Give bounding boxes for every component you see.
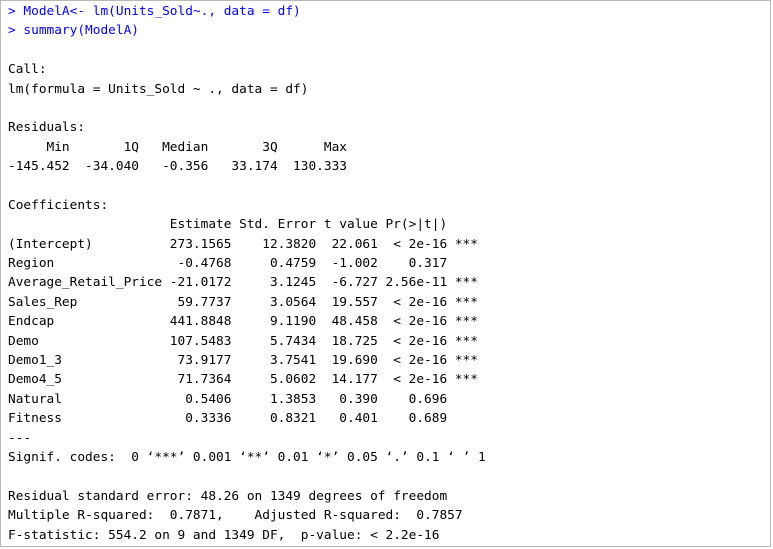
residuals-header: Min 1Q Median 3Q Max <box>8 139 355 155</box>
f-statistic-line: F-statistic: 554.2 on 9 and 1349 DF, p-v… <box>8 527 440 543</box>
r-squared-line: Multiple R-squared: 0.7871, Adjusted R-s… <box>8 508 471 524</box>
separator-line: --- <box>8 430 32 446</box>
coefficient-row-sales-rep: Sales_Rep 59.7737 3.0564 19.557 < 2e-16 … <box>8 294 478 310</box>
signif-codes: Signif. codes: 0 ‘***’ 0.001 ‘**’ 0.01 ‘… <box>8 449 486 465</box>
coefficients-label: Coefficients: <box>8 197 109 213</box>
coefficient-row-region: Region -0.4768 0.4759 -1.002 0.317 <box>8 256 478 272</box>
coefficient-row-fitness: Fitness 0.3336 0.8321 0.401 0.689 <box>8 411 478 427</box>
coefficient-row-demo1-3: Demo1_3 73.9177 3.7541 19.690 < 2e-16 **… <box>8 353 478 369</box>
coefficient-row-endcap: Endcap 441.8848 9.1190 48.458 < 2e-16 **… <box>8 314 478 330</box>
residuals-label: Residuals: <box>8 120 86 136</box>
coefficients-header: Estimate Std. Error t value Pr(>|t|) <box>8 217 478 233</box>
coefficient-row-demo: Demo 107.5483 5.7434 18.725 < 2e-16 *** <box>8 333 478 349</box>
r-console[interactable]: > ModelA<- lm(Units_Sold~., data = df) >… <box>0 0 771 547</box>
residual-standard-error: Residual standard error: 48.26 on 1349 d… <box>8 488 448 504</box>
coefficient-row-natural: Natural 0.5406 1.3853 0.390 0.696 <box>8 391 478 407</box>
coefficient-row-average-retail-price: Average_Retail_Price -21.0172 3.1245 -6.… <box>8 275 478 291</box>
command-line-summary: > summary(ModelA) <box>8 23 139 39</box>
call-label: Call: <box>8 62 47 78</box>
residuals-values: -145.452 -34.040 -0.356 33.174 130.333 <box>8 159 355 175</box>
console-output: > ModelA<- lm(Units_Sold~., data = df) >… <box>8 2 766 545</box>
coefficient-row-demo4-5: Demo4_5 71.7364 5.0602 14.177 < 2e-16 **… <box>8 372 478 388</box>
command-line-model: > ModelA<- lm(Units_Sold~., data = df) <box>8 4 301 19</box>
call-formula: lm(formula = Units_Sold ~ ., data = df) <box>8 81 309 97</box>
coefficient-row-intercept: (Intercept) 273.1565 12.3820 22.061 < 2e… <box>8 236 478 252</box>
